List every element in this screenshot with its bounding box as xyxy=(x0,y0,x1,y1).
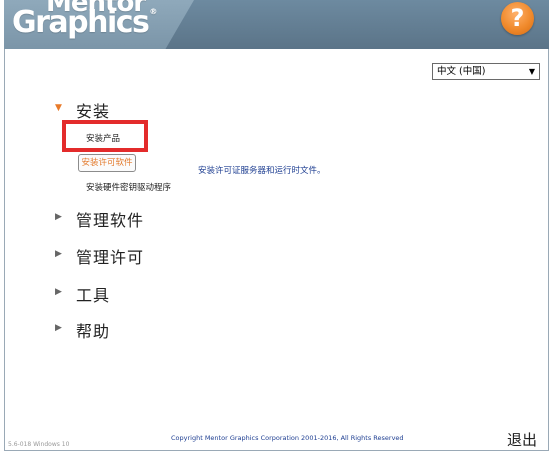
logo-line2: Graphics® xyxy=(12,5,157,40)
nav-install-label: 安装 xyxy=(76,102,111,121)
sub-item-install-dongle-driver[interactable]: 安装硬件密钥驱动程序 xyxy=(86,181,171,193)
nav-help-label: 帮助 xyxy=(76,322,111,341)
version-text: 5.6-018 Windows 10 xyxy=(8,441,70,448)
chevron-down-icon[interactable]: ▼ xyxy=(526,65,538,78)
registered-mark: ® xyxy=(149,7,157,16)
install-license-software-button[interactable]: 安装许可软件 xyxy=(78,154,136,172)
sub-item-install-product[interactable]: 安装产品 xyxy=(86,132,120,144)
nav-tools-label: 工具 xyxy=(76,286,111,305)
language-select-value: 中文 (中国) xyxy=(437,66,486,77)
triangle-right-icon: ▶ xyxy=(55,212,62,222)
nav-manage-license-label: 管理许可 xyxy=(76,248,145,267)
triangle-right-icon: ▶ xyxy=(55,249,62,259)
copyright-text: Copyright Mentor Graphics Corporation 20… xyxy=(171,434,404,442)
triangle-down-icon: ▼ xyxy=(55,103,62,113)
triangle-right-icon: ▶ xyxy=(55,323,62,333)
language-select[interactable]: 中文 (中国) ▼ xyxy=(432,63,540,80)
logo-line2-text: Graphics xyxy=(12,5,150,40)
header-banner: Mentor Graphics® ? xyxy=(4,0,549,49)
triangle-right-icon: ▶ xyxy=(55,287,62,297)
exit-button[interactable]: 退出 xyxy=(507,429,537,450)
nav-manage-software-label: 管理软件 xyxy=(76,211,145,230)
help-button[interactable]: ? xyxy=(501,2,534,35)
description-text: 安装许可证服务器和运行时文件。 xyxy=(198,166,326,176)
